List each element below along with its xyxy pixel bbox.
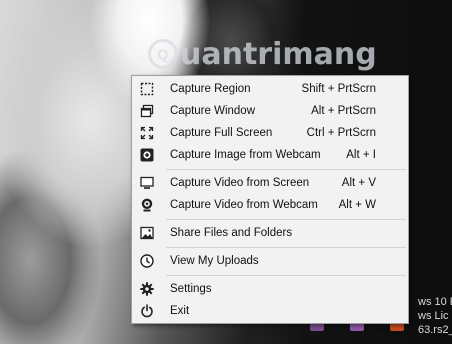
menu-item-label: Capture Image from Webcam bbox=[170, 149, 321, 161]
menu-item-label: Settings bbox=[170, 283, 212, 295]
window-icon bbox=[140, 104, 154, 118]
monitor-icon bbox=[140, 176, 154, 190]
fullscreen-icon bbox=[140, 126, 154, 140]
menu-item-capture-video-from-screen[interactable]: Capture Video from Screen Alt + V bbox=[132, 172, 408, 194]
menu-item-shortcut: Alt + W bbox=[338, 199, 376, 211]
menu-separator bbox=[166, 275, 406, 276]
menu-item-capture-video-from-webcam[interactable]: Capture Video from Webcam Alt + W bbox=[132, 194, 408, 216]
menu-item-label: Capture Video from Webcam bbox=[170, 199, 318, 211]
menu-item-label: Capture Window bbox=[170, 105, 256, 117]
desktop-text-line: ws Lic bbox=[418, 310, 449, 322]
menu-separator bbox=[166, 247, 406, 248]
watermark-text: uantrimang bbox=[180, 36, 377, 72]
menu-item-shortcut: Alt + V bbox=[341, 177, 376, 189]
menu-item-label: Capture Region bbox=[170, 83, 251, 95]
desktop-text-line: ws 10 E bbox=[418, 296, 452, 308]
menu-separator bbox=[166, 219, 406, 220]
menu-item-view-my-uploads[interactable]: View My Uploads bbox=[132, 250, 408, 272]
region-icon bbox=[140, 82, 154, 96]
menu-item-capture-full-screen[interactable]: Capture Full Screen Ctrl + PrtScrn bbox=[132, 122, 408, 144]
power-icon bbox=[140, 304, 154, 318]
menu-item-label: Capture Full Screen bbox=[170, 127, 273, 139]
menu-item-shortcut: Alt + PrtScrn bbox=[311, 105, 376, 117]
webcam-icon bbox=[140, 198, 154, 212]
clock-icon bbox=[140, 254, 154, 268]
watermark-logo-icon: Q bbox=[148, 39, 178, 69]
menu-item-shortcut: Shift + PrtScrn bbox=[301, 83, 376, 95]
menu-item-label: Share Files and Folders bbox=[170, 227, 293, 239]
webcam-image-icon bbox=[140, 148, 154, 162]
menu-item-share-files-and-folders[interactable]: Share Files and Folders bbox=[132, 222, 408, 244]
menu-item-label: View My Uploads bbox=[170, 255, 259, 267]
image-icon bbox=[140, 226, 154, 240]
desktop-text-line: 63.rs2_ bbox=[418, 324, 452, 336]
menu-item-capture-region[interactable]: Capture Region Shift + PrtScrn bbox=[132, 78, 408, 100]
watermark: Q uantrimang bbox=[148, 34, 377, 74]
gear-icon bbox=[140, 282, 154, 296]
menu-item-label: Capture Video from Screen bbox=[170, 177, 310, 189]
menu-item-capture-image-from-webcam[interactable]: Capture Image from Webcam Alt + I bbox=[132, 144, 408, 166]
context-menu: Capture Region Shift + PrtScrn Capture Win… bbox=[131, 75, 409, 324]
menu-separator bbox=[166, 169, 406, 170]
menu-item-shortcut: Alt + I bbox=[346, 149, 376, 161]
menu-item-exit[interactable]: Exit bbox=[132, 300, 408, 322]
menu-item-label: Exit bbox=[170, 305, 190, 317]
menu-item-settings[interactable]: Settings bbox=[132, 278, 408, 300]
menu-item-capture-window[interactable]: Capture Window Alt + PrtScrn bbox=[132, 100, 408, 122]
menu-item-shortcut: Ctrl + PrtScrn bbox=[306, 127, 376, 139]
